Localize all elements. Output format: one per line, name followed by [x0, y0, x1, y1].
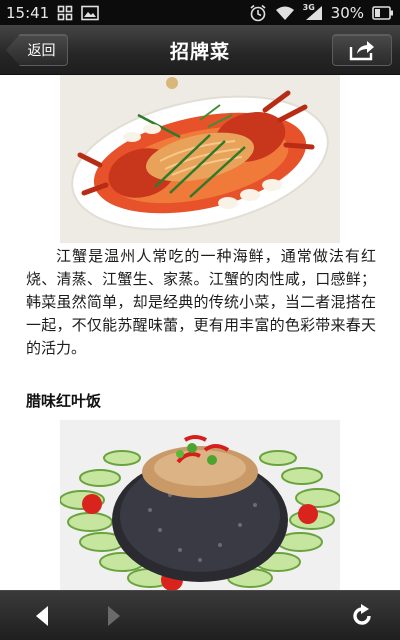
nav-back-button[interactable] [12, 591, 72, 640]
status-left: 15:41 [6, 3, 100, 22]
signal-type-label: 3G [302, 2, 315, 12]
section-heading: 腊味红叶饭 [26, 392, 102, 410]
forward-arrow-icon [107, 605, 121, 627]
back-button[interactable]: 返回 [6, 34, 68, 66]
image-icon [81, 5, 100, 21]
status-right: 3G 30% [249, 2, 394, 22]
refresh-icon [349, 603, 375, 629]
wifi-icon [275, 5, 295, 21]
alarm-icon [249, 4, 267, 22]
signal-icon: 3G [302, 2, 323, 21]
back-arrow-icon [35, 605, 49, 627]
title-bar: 返回 招牌菜 [0, 25, 400, 75]
article-paragraph: 江蟹是温州人常吃的一种海鲜，通常做法有红烧、清蒸、江蟹生、家蒸。江蟹的肉性咸，口… [26, 247, 376, 357]
battery-percent: 30% [330, 3, 364, 22]
article-content: 江蟹是温州人常吃的一种海鲜，通常做法有红烧、清蒸、江蟹生、家蒸。江蟹的肉性咸，口… [0, 75, 400, 590]
grid-icon [57, 5, 73, 21]
share-icon [348, 39, 376, 61]
dish-photo-rice [59, 420, 341, 590]
refresh-button[interactable] [332, 591, 392, 640]
nav-forward-button[interactable] [84, 591, 144, 640]
back-button-label: 返回 [27, 43, 56, 59]
dish-photo-crab [60, 75, 340, 243]
battery-icon [372, 5, 394, 20]
status-time: 15:41 [6, 3, 50, 22]
bottom-toolbar [0, 590, 400, 640]
share-button[interactable] [332, 34, 392, 66]
status-bar: 15:41 3G 30% [0, 0, 400, 25]
